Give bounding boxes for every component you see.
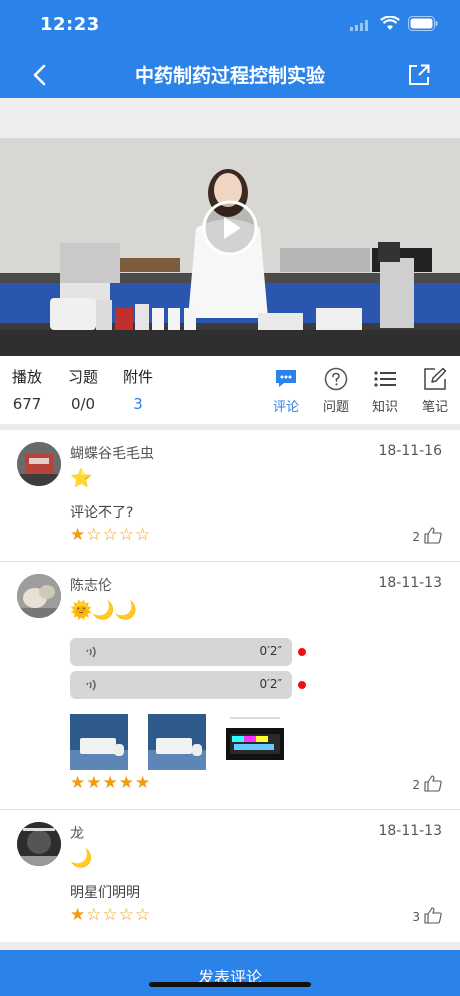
status-bar: 12:23 [0,0,460,50]
stat-value: 3 [133,395,143,413]
comment-date: 18-11-16 [378,443,442,459]
comment-item: 陈志伦 18-11-13 🌞🌙🌙 0′2″ 0′2″ ★★★★★ 2 [0,562,460,810]
attachment-image[interactable] [148,714,206,770]
voice-wave-icon [84,677,100,697]
like-count: 3 [412,910,420,924]
avatar[interactable] [17,442,61,486]
stat-attachments[interactable]: 附件 3 [123,366,153,413]
star-filled-icon: ★ [70,525,87,545]
tab-questions[interactable]: 问题 [316,366,356,415]
section-divider [0,942,460,950]
rating-stars: ★★★★★ [70,773,151,793]
thumbs-up-icon [424,775,442,795]
app-root: 12:23 中药制药过程控制实验 播放 677 习题 0/0 附件 3 评论 问… [0,0,460,996]
thumbs-up-icon [424,907,442,927]
list-icon [365,366,405,392]
comment-icon [266,366,306,392]
comment-date: 18-11-13 [378,575,442,591]
comment-emoji: 🌞🌙🌙 [70,600,138,621]
stat-value: 677 [12,395,42,413]
unread-dot [298,681,306,689]
comment-item: 龙 18-11-13 🌙 明星们明明 ★☆☆☆☆ 3 [0,810,460,942]
nav-bar: 中药制药过程控制实验 [0,50,460,98]
stat-value: 0/0 [70,395,96,413]
comment-date: 18-11-13 [378,823,442,839]
comment-text: 评论不了? [70,505,134,521]
star-empty-icon: ☆☆☆☆ [86,525,152,545]
tab-label: 知识 [371,400,398,415]
star-filled-icon: ★★★★★ [70,773,152,793]
submit-comment-button[interactable]: 发表评论 [0,950,460,996]
comment-item: 蝴蝶谷毛毛虫 18-11-16 ⭐ 评论不了? ★☆☆☆☆ 2 [0,430,460,562]
like-button[interactable]: 2 [412,527,442,547]
comment-text: 明星们明明 [70,885,140,901]
comment-author: 陈志伦 [70,578,112,594]
tab-label: 问题 [322,400,349,415]
attachment-image[interactable] [226,714,284,770]
avatar[interactable] [17,822,61,866]
signal-icon [350,16,372,35]
thumbs-up-icon [424,527,442,547]
note-edit-icon [415,366,455,392]
star-empty-icon: ☆☆☆☆ [86,905,152,925]
attachment-image[interactable] [70,714,128,770]
tab-comments[interactable]: 评论 [266,366,306,415]
question-icon [316,366,356,392]
tab-knowledge[interactable]: 知识 [365,366,405,415]
voice-duration: 0′2″ [259,677,282,691]
like-count: 2 [412,778,420,792]
tab-label: 笔记 [421,400,448,415]
stat-label: 习题 [68,368,99,386]
voice-wave-icon [84,644,100,664]
battery-icon [408,16,438,35]
page-title: 中药制药过程控制实验 [134,65,325,87]
voice-message[interactable]: 0′2″ [70,638,292,666]
course-stats-bar: 播放 677 习题 0/0 附件 3 评论 问题 知识 笔记 [0,356,460,424]
comment-author: 龙 [70,826,84,842]
video-player[interactable] [0,98,460,356]
star-filled-icon: ★ [70,905,87,925]
wifi-icon [380,15,400,35]
share-icon[interactable] [406,62,432,88]
stat-label: 附件 [123,368,154,386]
rating-stars: ★☆☆☆☆ [70,525,151,545]
stat-label: 播放 [12,368,43,386]
stat-plays: 播放 677 [12,366,42,413]
home-indicator [149,982,311,987]
voice-message[interactable]: 0′2″ [70,671,292,699]
like-count: 2 [412,530,420,544]
avatar[interactable] [17,574,61,618]
tab-notes[interactable]: 笔记 [415,366,455,415]
like-button[interactable]: 2 [412,775,442,795]
play-icon[interactable] [201,199,259,257]
comment-author: 蝴蝶谷毛毛虫 [70,446,154,462]
tab-label: 评论 [272,400,299,415]
stat-exercises[interactable]: 习题 0/0 [68,366,98,413]
comment-emoji: 🌙 [70,848,93,869]
status-icons [350,15,438,35]
like-button[interactable]: 3 [412,907,442,927]
comment-emoji: ⭐ [70,468,93,489]
voice-duration: 0′2″ [259,644,282,658]
unread-dot [298,648,306,656]
rating-stars: ★☆☆☆☆ [70,905,151,925]
status-time: 12:23 [40,14,100,35]
